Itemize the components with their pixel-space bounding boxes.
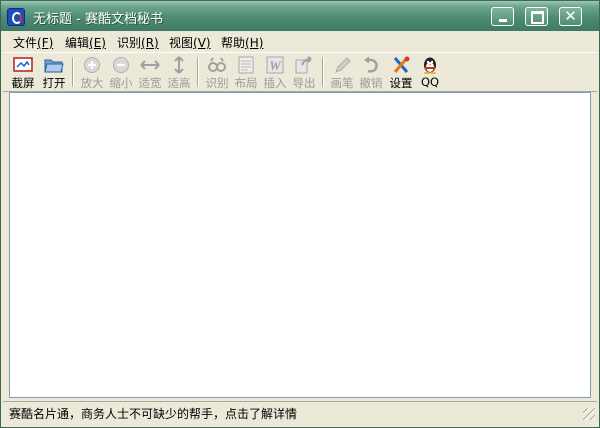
insert-button[interactable]: W 插入 [261,54,289,90]
export-button[interactable]: 导出 [290,54,318,90]
svg-text:W: W [269,58,282,73]
open-button[interactable]: 打开 [40,54,68,90]
undo-icon [364,56,378,73]
minimize-icon [499,19,507,22]
document-canvas[interactable] [9,92,591,398]
recognize-icon [208,57,226,72]
layout-icon [238,56,254,74]
qq-button[interactable]: QQ [416,54,444,90]
menu-view[interactable]: 视图(V) [169,34,211,51]
zoom-in-button[interactable]: 放大 [78,54,106,90]
maximize-icon [531,11,544,24]
qq-penguin-icon [424,57,436,74]
recognize-button[interactable]: 识别 [203,54,231,90]
status-promo-link[interactable]: 赛酷名片通，商务人士不可缺少的帮手，点击了解详情 [9,405,297,422]
app-logo-icon[interactable] [7,8,25,26]
insert-word-icon: W [266,56,284,74]
toolbar-separator [72,57,74,87]
zoom-out-icon [113,57,129,73]
close-button[interactable]: ✕ [559,7,582,26]
resize-grip-icon[interactable] [583,408,595,420]
layout-button[interactable]: 布局 [232,54,260,90]
menu-file[interactable]: 文件(F) [13,34,53,51]
export-icon [295,56,312,74]
toolbar: 截屏 打开 放大 缩小 适宽 适高 识别 布局 W 插入 导出 画笔 撤销 设置… [3,52,597,92]
app-window: 无标题 - 赛酷文档秘书 ✕ 文件(F) 编辑(E) 识别(R) 视图(V) 帮… [0,0,600,428]
close-icon: ✕ [564,7,577,25]
toolbar-separator [197,57,199,87]
status-bar: 赛酷名片通，商务人士不可缺少的帮手，点击了解详情 [3,401,597,422]
fit-width-icon [140,60,160,70]
pen-button[interactable]: 画笔 [328,54,356,90]
fit-height-icon [174,56,184,74]
window-title: 无标题 - 赛酷文档秘书 [33,12,163,27]
maximize-button[interactable] [525,7,548,26]
undo-button[interactable]: 撤销 [357,54,385,90]
menu-bar: 文件(F) 编辑(E) 识别(R) 视图(V) 帮助(H) [3,32,597,51]
title-bar[interactable]: 无标题 - 赛酷文档秘书 ✕ [1,1,599,31]
menu-help[interactable]: 帮助(H) [221,34,263,51]
pen-icon [335,57,351,73]
screenshot-button[interactable]: 截屏 [9,54,37,90]
fit-width-button[interactable]: 适宽 [136,54,164,90]
menu-recognize[interactable]: 识别(R) [117,34,159,51]
minimize-button[interactable] [491,7,514,26]
open-folder-icon [44,59,64,73]
fit-height-button[interactable]: 适高 [165,54,193,90]
screenshot-icon [13,57,33,72]
toolbar-separator [322,57,324,87]
zoom-out-button[interactable]: 缩小 [107,54,135,90]
zoom-in-icon [84,57,100,73]
menu-edit[interactable]: 编辑(E) [65,34,106,51]
settings-button[interactable]: 设置 [387,54,415,90]
settings-tools-icon [393,56,410,73]
